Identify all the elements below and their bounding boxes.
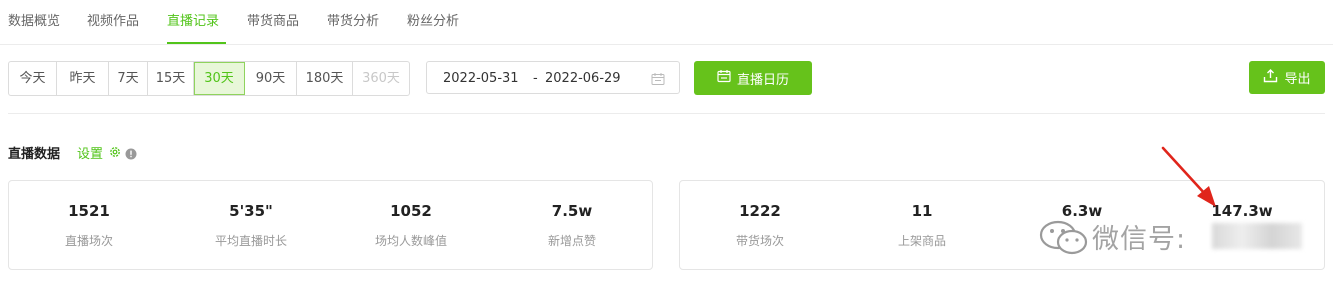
tab-bar: 数据概览 视频作品 直播记录 带货商品 带货分析 粉丝分析	[0, 0, 1333, 45]
export-button[interactable]: 导出	[1249, 61, 1325, 94]
metric-label: 带货场次	[735, 234, 784, 248]
date-end[interactable]: 2022-06-29	[545, 71, 621, 86]
upload-icon	[1263, 68, 1278, 87]
metric-value: 7.5w	[551, 202, 593, 220]
settings-link[interactable]: 设置	[77, 143, 103, 162]
tab-videos[interactable]: 视频作品	[87, 10, 139, 29]
range-yesterday-button[interactable]: 昨天	[57, 62, 109, 95]
metric-value: 11	[911, 202, 933, 220]
metric-value: 1222	[739, 202, 781, 220]
metric-value: 1052	[390, 202, 432, 220]
metric-value: 5'35"	[229, 202, 273, 220]
range-30d-button[interactable]: 30天	[194, 62, 245, 95]
tab-products[interactable]: 带货商品	[247, 10, 299, 29]
range-180d-button[interactable]: 180天	[297, 62, 353, 95]
range-360d-button[interactable]: 360天	[353, 62, 409, 95]
live-stats-card: 1521 直播场次 5'35" 平均直播时长 1052 场均人数峰值 7.5w …	[8, 180, 653, 270]
range-90d-button[interactable]: 90天	[245, 62, 297, 95]
info-icon[interactable]	[125, 145, 137, 164]
range-today-button[interactable]: 今天	[9, 62, 57, 95]
day-range-selector: 今天 昨天 7天 15天 30天 90天 180天 360天	[8, 61, 410, 96]
active-tab-indicator	[167, 42, 226, 44]
tab-fans-analysis[interactable]: 粉丝分析	[407, 10, 459, 29]
section-title: 直播数据	[8, 147, 61, 162]
gear-icon[interactable]	[108, 144, 122, 163]
divider	[8, 113, 1325, 114]
live-calendar-label: 直播日历	[736, 72, 789, 88]
metric-label: 直播场次	[64, 234, 113, 248]
tab-overview[interactable]: 数据概览	[8, 10, 60, 29]
wechat-logo-icon	[1038, 219, 1090, 261]
calendar-icon	[717, 69, 731, 87]
wechat-watermark: 微信号:	[1030, 213, 1330, 263]
export-label: 导出	[1284, 72, 1311, 87]
metric-label: 新增点赞	[547, 234, 596, 248]
watermark-text: 微信号:	[1092, 224, 1187, 255]
date-separator: -	[533, 71, 538, 86]
date-range-picker[interactable]: 2022-05-31 - 2022-06-29	[426, 61, 680, 94]
metric-value: 1521	[68, 202, 110, 220]
live-calendar-button[interactable]: 直播日历	[694, 61, 812, 95]
range-7d-button[interactable]: 7天	[109, 62, 148, 95]
metric-label: 平均直播时长	[214, 234, 287, 248]
tab-sales-analysis[interactable]: 带货分析	[327, 10, 379, 29]
range-15d-button[interactable]: 15天	[148, 62, 194, 95]
calendar-icon	[651, 71, 665, 90]
metric-label: 上架商品	[897, 234, 946, 248]
tab-live-records[interactable]: 直播记录	[167, 10, 219, 29]
date-start[interactable]: 2022-05-31	[443, 71, 519, 86]
watermark-blurred-id	[1212, 223, 1302, 249]
metric-label: 场均人数峰值	[374, 234, 447, 248]
